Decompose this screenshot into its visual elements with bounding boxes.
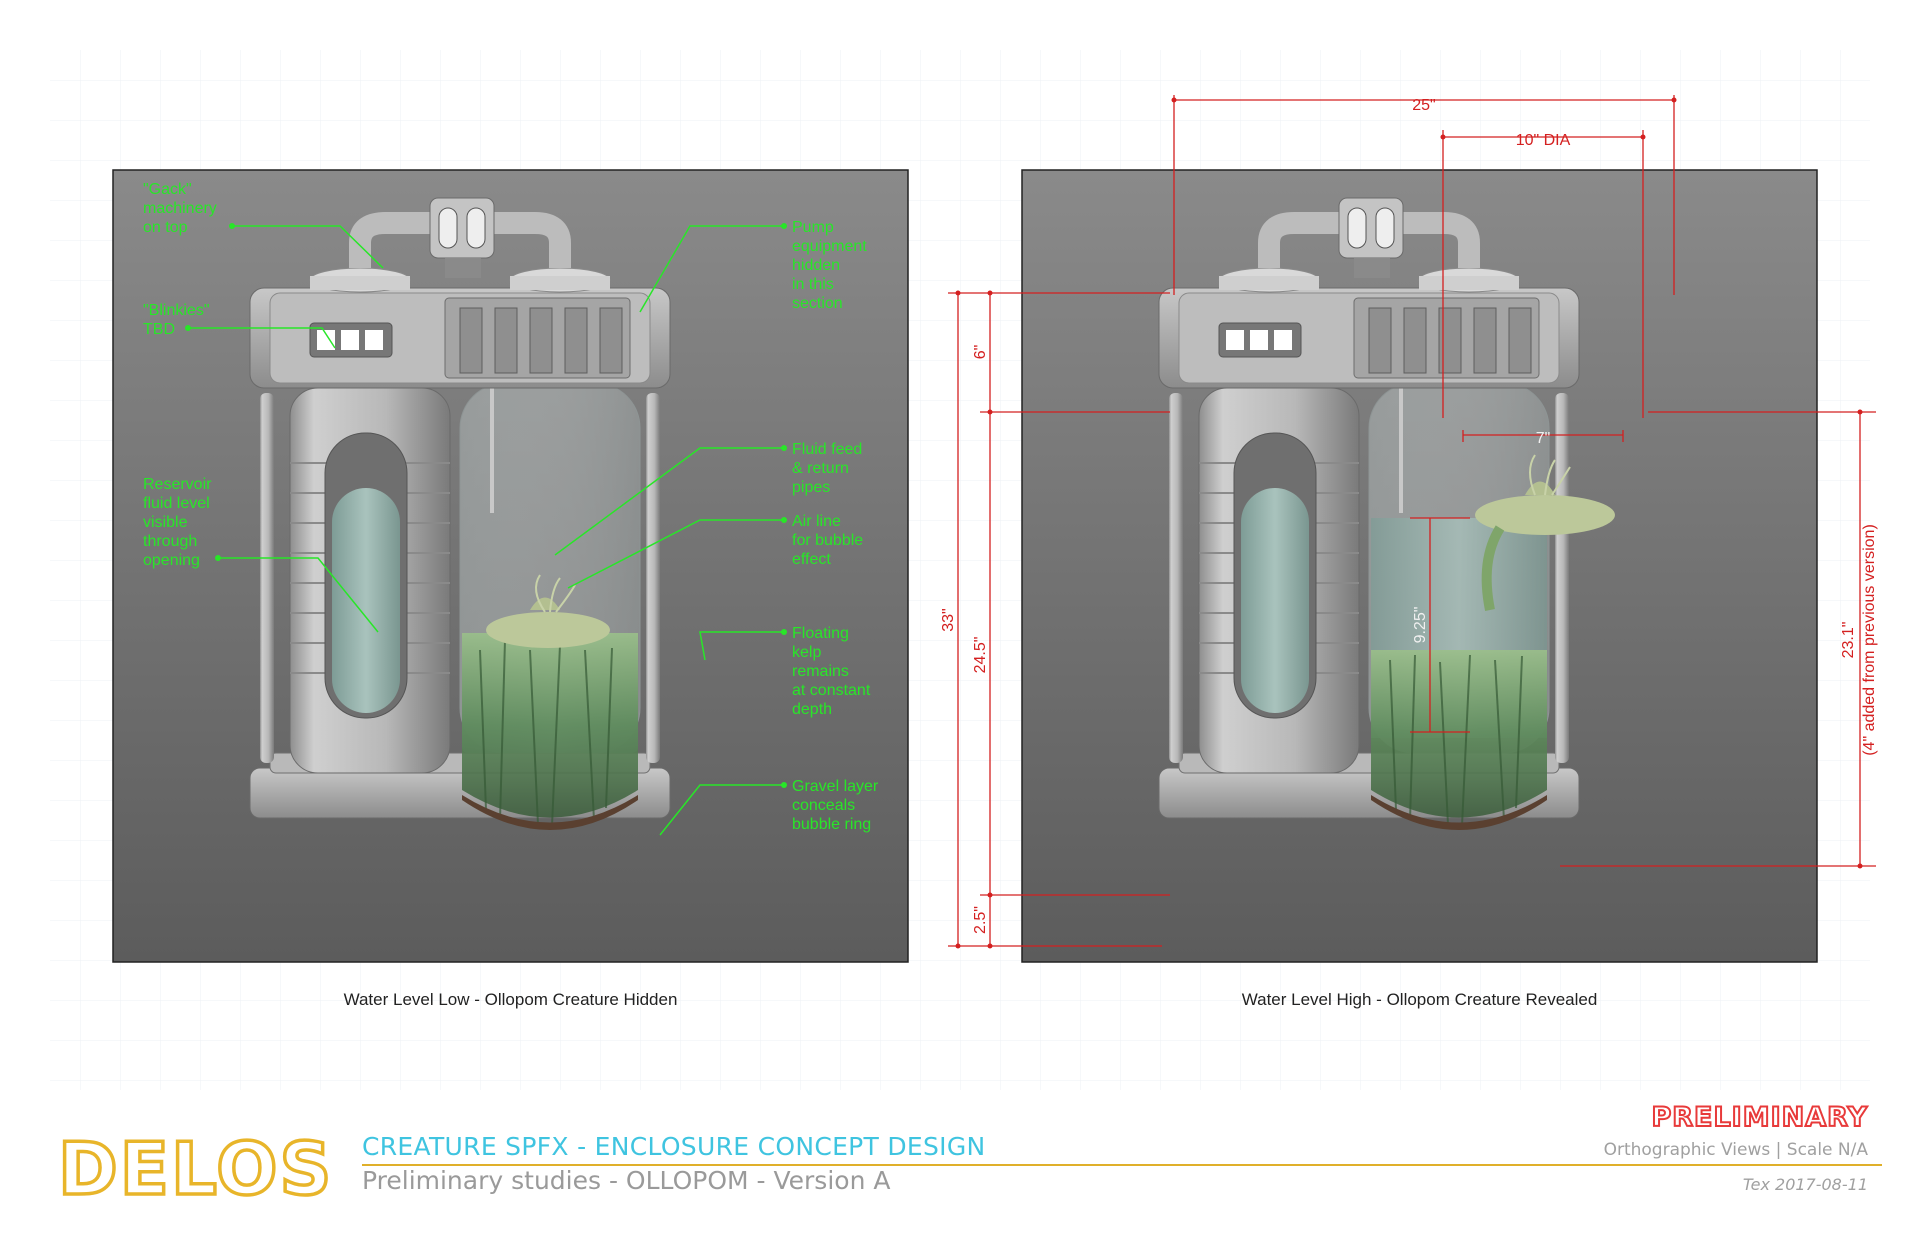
dim-middle-height: 24.5" <box>972 637 989 674</box>
delos-logo: DELOS <box>58 1128 328 1208</box>
caption-water-low: Water Level Low - Ollopom Creature Hidde… <box>343 990 678 1009</box>
dim-base-height: 2.5" <box>972 906 989 934</box>
caption-water-high: Water Level High - Ollopom Creature Reve… <box>1241 990 1598 1009</box>
dim-tank-height-note: (4" added from previous version) <box>1861 524 1878 756</box>
dim-inner-width: 7" <box>1536 430 1551 447</box>
dim-overall-height: 33" <box>940 608 957 631</box>
callout-reservoir: Reservoir fluid level visible through op… <box>143 476 212 569</box>
callout-blinkies: "Blinkies" TBD <box>143 302 210 338</box>
dim-overall-width: 25" <box>1412 97 1435 114</box>
drawing-sheet: 25" 10" DIA 7" 33" 6" 24.5" 2.5" 9.25" 2… <box>0 0 1920 1242</box>
status-stamp: PRELIMINARY <box>1650 1101 1868 1134</box>
callout-fluid-feed: Fluid feed & return pipes <box>792 441 863 496</box>
svg-text:DELOS: DELOS <box>58 1128 328 1208</box>
callout-air-line: Air line for bubble effect <box>792 513 864 568</box>
drawing-title: CREATURE SPFX - ENCLOSURE CONCEPT DESIGN <box>362 1132 986 1161</box>
callout-pump: Pump equipment hidden in this section <box>792 219 867 312</box>
callout-gack-machinery: "Gack" machinery on top <box>143 181 217 236</box>
panel-water-high <box>1021 169 1818 963</box>
author-date: Tex 2017-08-11 <box>1742 1175 1868 1194</box>
dim-water-depth: 9.25" <box>1412 607 1429 644</box>
drawing-subtitle: Preliminary studies - OLLOPOM - Version … <box>362 1166 891 1195</box>
callout-floating-kelp: Floating kelp remains at constant depth <box>792 625 871 718</box>
dim-tank-diameter: 10" DIA <box>1516 132 1571 149</box>
panel-water-low <box>112 169 909 963</box>
callout-gravel-layer: Gravel layer conceals bubble ring <box>792 778 879 833</box>
dim-top-height: 6" <box>972 345 989 360</box>
view-scale-note: Orthographic Views | Scale N/A <box>1603 1140 1868 1160</box>
dim-tank-height: 23.1" <box>1840 622 1857 659</box>
